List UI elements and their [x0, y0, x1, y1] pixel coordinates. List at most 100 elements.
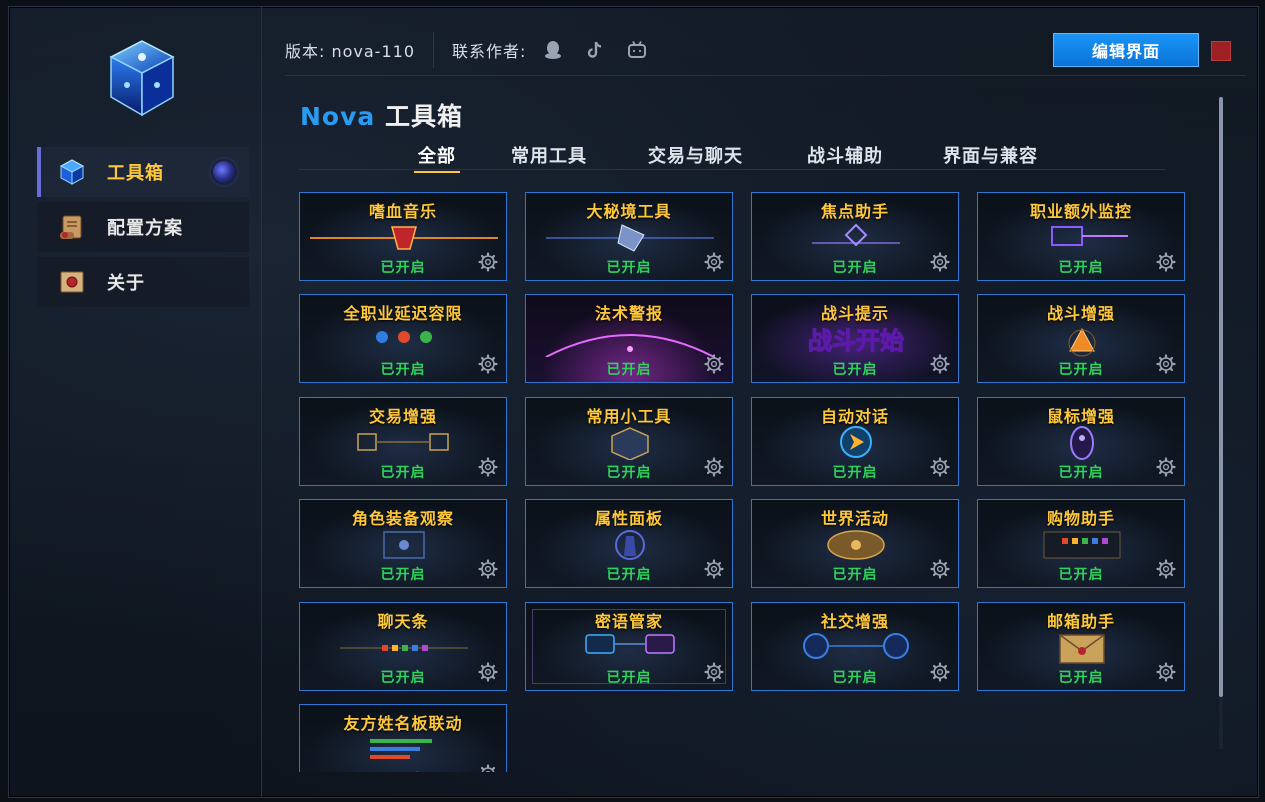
tool-card-status: 已开启 — [606, 670, 652, 686]
tool-card-status: 已开启 — [606, 567, 652, 583]
tool-card[interactable]: 属性面板 已开启 — [525, 499, 733, 588]
tool-card-status: 已开启 — [1058, 567, 1104, 583]
gear-icon[interactable] — [930, 457, 950, 477]
sidebar-item-toolbox[interactable]: 工具箱 — [37, 147, 249, 197]
page-title: Nova 工具箱 — [300, 97, 463, 133]
header-divider — [433, 32, 434, 68]
tool-card-art — [526, 631, 732, 665]
gear-icon[interactable] — [930, 252, 950, 272]
tool-card-title: 职业额外监控 — [1029, 202, 1132, 221]
tool-card[interactable]: 购物助手 已开启 — [977, 499, 1185, 588]
tab-all[interactable]: 全部 — [414, 142, 460, 173]
tool-card[interactable]: 常用小工具 已开启 — [525, 397, 733, 486]
tool-card[interactable]: 全职业延迟容限 已开启 — [299, 294, 507, 383]
gear-icon[interactable] — [478, 252, 498, 272]
gear-icon[interactable] — [930, 354, 950, 374]
gear-icon[interactable] — [1156, 559, 1176, 579]
tool-card[interactable]: 邮箱助手 已开启 — [977, 602, 1185, 691]
tool-card-art — [526, 426, 732, 461]
gear-icon[interactable] — [478, 764, 498, 772]
tool-card-status: 已开启 — [832, 567, 878, 583]
tool-card-status: 已开启 — [832, 465, 878, 481]
gear-icon[interactable] — [478, 457, 498, 477]
sidebar-item-label: 工具箱 — [107, 163, 164, 184]
gear-icon[interactable] — [704, 252, 724, 272]
scroll-thumb[interactable] — [1219, 97, 1223, 697]
tool-card-title: 常用小工具 — [586, 407, 672, 426]
gear-icon[interactable] — [1156, 252, 1176, 272]
header-bar: 版本: nova-110 联系作者: 编辑界面 — [285, 25, 1245, 76]
tool-card-status: 已开启 — [380, 670, 426, 686]
gear-icon[interactable] — [1156, 354, 1176, 374]
tab-trade-chat[interactable]: 交易与聊天 — [648, 142, 743, 168]
tool-card[interactable]: 友方姓名板联动 已开启 — [299, 704, 507, 772]
tool-card-art — [300, 528, 506, 562]
tool-card-art — [300, 631, 506, 665]
sidebar-item-label: 关于 — [107, 273, 145, 294]
tool-card-art — [978, 323, 1184, 357]
tool-card-art — [300, 323, 506, 357]
tool-card[interactable]: 聊天条 已开启 — [299, 602, 507, 691]
gear-icon[interactable] — [930, 559, 950, 579]
tool-card[interactable]: 法术警报 已开启 — [525, 294, 733, 383]
tool-card[interactable]: 角色装备观察 已开启 — [299, 499, 507, 588]
tool-card[interactable]: 密语管家 已开启 — [525, 602, 733, 691]
gear-icon[interactable] — [704, 559, 724, 579]
tool-card-art — [978, 426, 1184, 460]
gear-icon[interactable] — [704, 354, 724, 374]
bilibili-icon[interactable] — [626, 39, 648, 61]
gear-icon[interactable] — [1156, 662, 1176, 682]
tool-card-art — [300, 221, 506, 255]
gear-icon[interactable] — [478, 662, 498, 682]
tool-card-title: 购物助手 — [1046, 509, 1115, 528]
gear-icon[interactable] — [1156, 457, 1176, 477]
tool-card-art — [526, 528, 732, 562]
tool-card-title: 法术警报 — [594, 304, 663, 323]
tool-card[interactable]: 世界活动 已开启 — [751, 499, 959, 588]
tool-card-title: 友方姓名板联动 — [343, 714, 463, 733]
scroll-icon — [55, 210, 89, 244]
tool-card-title: 大秘境工具 — [586, 202, 672, 221]
tool-card-title: 战斗增强 — [1046, 304, 1115, 323]
tool-card-title: 鼠标增强 — [1046, 407, 1115, 426]
gear-icon[interactable] — [704, 662, 724, 682]
close-button[interactable] — [1211, 41, 1231, 61]
tool-card[interactable]: 大秘境工具 已开启 — [525, 192, 733, 281]
gear-icon[interactable] — [478, 354, 498, 374]
tool-card[interactable]: 社交增强 已开启 — [751, 602, 959, 691]
tool-card[interactable]: 职业额外监控 已开启 — [977, 192, 1185, 281]
tool-card-title: 世界活动 — [820, 509, 889, 528]
tool-card[interactable]: 战斗提示 战斗开始 已开启 — [751, 294, 959, 383]
edit-interface-button[interactable]: 编辑界面 — [1053, 33, 1199, 67]
tool-card[interactable]: 嗜血音乐 已开启 — [299, 192, 507, 281]
gear-icon[interactable] — [930, 662, 950, 682]
sidebar-nav: 工具箱 配置方案 关于 — [37, 147, 249, 312]
tool-card[interactable]: 焦点助手 已开启 — [751, 192, 959, 281]
gear-icon[interactable] — [478, 559, 498, 579]
tool-card-status: 已开启 — [1058, 465, 1104, 481]
tool-card-title: 邮箱助手 — [1046, 612, 1115, 631]
tool-card[interactable]: 战斗增强 已开启 — [977, 294, 1185, 383]
tool-card[interactable]: 自动对话 已开启 — [751, 397, 959, 486]
sidebar-item-profiles[interactable]: 配置方案 — [37, 202, 249, 252]
scrollbar[interactable] — [1219, 97, 1223, 749]
tiktok-icon[interactable] — [584, 39, 606, 61]
tool-card-title: 属性面板 — [594, 509, 663, 528]
svg-text:战斗开始: 战斗开始 — [808, 327, 904, 355]
tool-card-status: 已开启 — [380, 567, 426, 583]
tool-card[interactable]: 鼠标增强 已开启 — [977, 397, 1185, 486]
tab-ui-compat[interactable]: 界面与兼容 — [943, 142, 1038, 168]
tool-card-art: 战斗开始 — [752, 323, 958, 357]
contact-label: 联系作者: — [452, 42, 527, 61]
sidebar-item-about[interactable]: 关于 — [37, 257, 249, 307]
cube-icon — [55, 155, 89, 189]
tab-common-tools[interactable]: 常用工具 — [511, 142, 587, 168]
gear-icon[interactable] — [704, 457, 724, 477]
tool-card-status: 已开启 — [832, 260, 878, 276]
tab-combat-assist[interactable]: 战斗辅助 — [807, 142, 883, 168]
tool-card-title: 全职业延迟容限 — [343, 304, 463, 323]
tool-card-art — [752, 631, 958, 665]
qq-icon[interactable] — [542, 39, 564, 61]
tool-card[interactable]: 交易增强 已开启 — [299, 397, 507, 486]
tool-card-title: 社交增强 — [820, 612, 889, 631]
